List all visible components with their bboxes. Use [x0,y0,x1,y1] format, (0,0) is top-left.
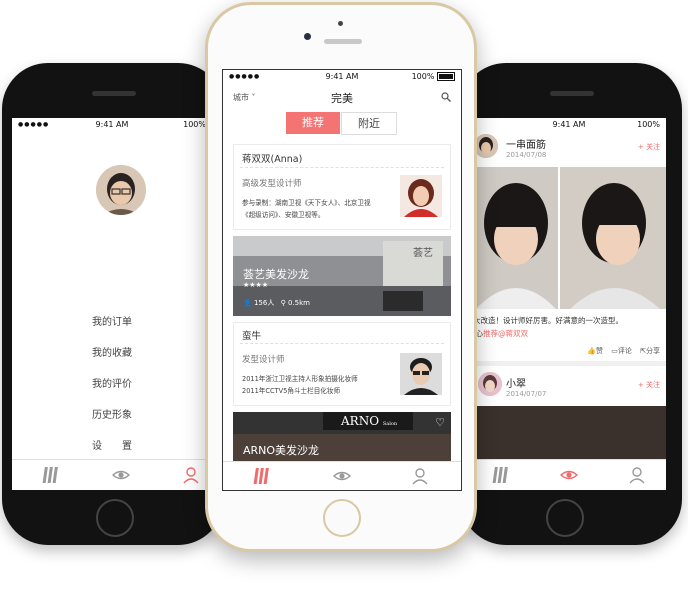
post-avatar[interactable] [474,134,498,158]
post-text: 形象大改造！设计师好厉害。好满意的一次造型。 开心推荐@蒋双双 [472,314,662,340]
home-button[interactable] [546,499,584,537]
center-phone: ●●●●● 9:41 AM 100% 城市 ˅ 完美 推荐 附近 蒋双双(Ann… [205,2,477,552]
stylist-photo[interactable] [400,175,442,217]
post-date: 2014/07/08 [506,151,547,159]
page-title: 完美 [331,92,353,105]
menu-my-reviews[interactable]: 我的评价 [12,375,212,390]
eye-icon[interactable] [112,466,130,484]
salon-name: ARNO美发沙龙 [243,444,320,457]
battery-indicator: 100% [412,72,455,81]
menu-history-look[interactable]: 历史形象 [12,406,212,421]
follow-button-2[interactable]: + 关注 [638,380,660,390]
right-phone: 9:41 AM 100% 一串面筋 2014/07/08 + 关注 形象大改造！… [460,63,682,545]
speaker [324,39,362,44]
menu-my-favorites[interactable]: 我的收藏 [12,344,212,359]
post-photo-1[interactable] [472,167,558,309]
tab-bar [223,461,461,490]
location-icon: ⚲ [280,299,286,307]
status-time: 9:41 AM [95,120,129,129]
share-button[interactable]: ⇱分享 [640,347,660,355]
left-phone: ●●●●● 9:41 AM 100% 我的订单 我的收藏 我的评价 历史形象 设… [2,63,224,545]
stylist-desc-2: 2011年CCTV5角斗士栏目化妆师 [242,387,341,395]
comb-icon[interactable] [42,466,60,484]
salon-people: 156人 [253,299,275,307]
mention-link[interactable]: 推荐@蒋双双 [483,329,528,338]
post-username[interactable]: 一串面筋 [506,136,546,151]
left-screen: ●●●●● 9:41 AM 100% 我的订单 我的收藏 我的评价 历史形象 设… [12,118,212,490]
girl-photo-1 [472,167,558,309]
front-camera [304,33,311,40]
stylist-desc-2: 《超级访问》、安徽卫视等。 [242,211,325,219]
follow-button[interactable]: + 关注 [638,142,660,152]
tab-bar [12,459,212,490]
home-button[interactable] [323,499,361,537]
status-bar: ●●●●● 9:41 AM 100% [12,118,212,132]
menu-settings[interactable]: 设 置 [12,437,212,452]
post-photo-2[interactable] [560,167,666,309]
stylist-card[interactable]: 蒋双双(Anna) 高级发型设计师 参与录制：湖南卫视《天下女人》、北京卫视 《… [233,144,451,230]
speaker [550,91,594,96]
post2-date: 2014/07/07 [506,390,547,398]
stylist-name: 蒋双双(Anna) [242,154,303,165]
stylist-desc-1: 2011年浙江卫视主持人形象拍摄化妆师 [242,375,358,383]
comb-icon[interactable] [253,467,271,485]
girl-photo-2 [560,167,666,309]
comb-icon[interactable] [492,466,510,484]
salon-rating: ★★★★ [243,281,269,289]
person-icon[interactable] [628,466,646,484]
like-button[interactable]: 👍赞 [587,347,603,355]
stylist-role: 发型设计师 [242,355,285,365]
post2-avatar[interactable] [478,372,502,396]
avatar-portrait [96,165,146,215]
person-icon[interactable] [182,466,200,484]
tab-recommend[interactable]: 推荐 [286,112,340,134]
menu-my-orders[interactable]: 我的订单 [12,313,212,328]
speaker [92,91,136,96]
salon-banner[interactable]: 荟艺 荟艺美发沙龙 ★★★★ 👤 156人 ⚲ 0.5km [233,236,451,316]
salon-distance: 0.5km [287,299,310,307]
comment-button[interactable]: ▭评论 [611,347,632,355]
stylist-name: 蛮牛 [242,331,262,342]
heart-icon[interactable]: ♡ [435,416,445,429]
stylist-role: 高级发型设计师 [242,179,302,189]
battery-indicator: 100% [183,120,206,129]
status-bar: ●●●●● 9:41 AM 100% [223,70,461,84]
tab-bar [472,459,666,490]
avatar[interactable] [96,165,146,215]
sensor [338,21,343,26]
center-screen: ●●●●● 9:41 AM 100% 城市 ˅ 完美 推荐 附近 蒋双双(Ann… [222,69,462,491]
post2-username[interactable]: 小翠 [506,375,526,390]
salon-meta: 👤 156人 ⚲ 0.5km [243,298,310,308]
post-actions: 👍赞 ▭评论 ⇱分享 [587,346,660,356]
status-bar: 9:41 AM 100% [472,118,666,132]
post2-photo[interactable] [472,406,666,466]
salon-name: 荟艺美发沙龙 [243,268,309,281]
person-icon[interactable] [411,467,429,485]
search-icon[interactable] [441,92,451,102]
post-text-line1: 形象大改造！设计师好厉害。好满意的一次造型。 [472,316,623,325]
eye-icon[interactable] [333,467,351,485]
divider [240,167,444,168]
divider [240,343,444,344]
tab-nearby[interactable]: 附近 [341,112,397,135]
stylist-card[interactable]: 蛮牛 发型设计师 2011年浙江卫视主持人形象拍摄化妆师 2011年CCTV5角… [233,322,451,406]
stylist-photo[interactable] [400,353,442,395]
divider [472,361,666,366]
people-icon: 👤 [243,299,252,307]
eye-icon[interactable] [560,466,578,484]
user2-portrait [478,372,502,396]
salon-sign: 荟艺 [413,248,433,259]
user-portrait [474,134,498,158]
stylist-desc-1: 参与录制：湖南卫视《天下女人》、北京卫视 [242,199,371,207]
home-button[interactable] [96,499,134,537]
salon-banner[interactable]: ARNO Salon ARNO美发沙龙 ♡ [233,412,451,462]
right-screen: 9:41 AM 100% 一串面筋 2014/07/08 + 关注 形象大改造！… [472,118,666,490]
battery-indicator: 100% [637,120,660,129]
salon-sign: ARNO Salon [341,414,398,428]
